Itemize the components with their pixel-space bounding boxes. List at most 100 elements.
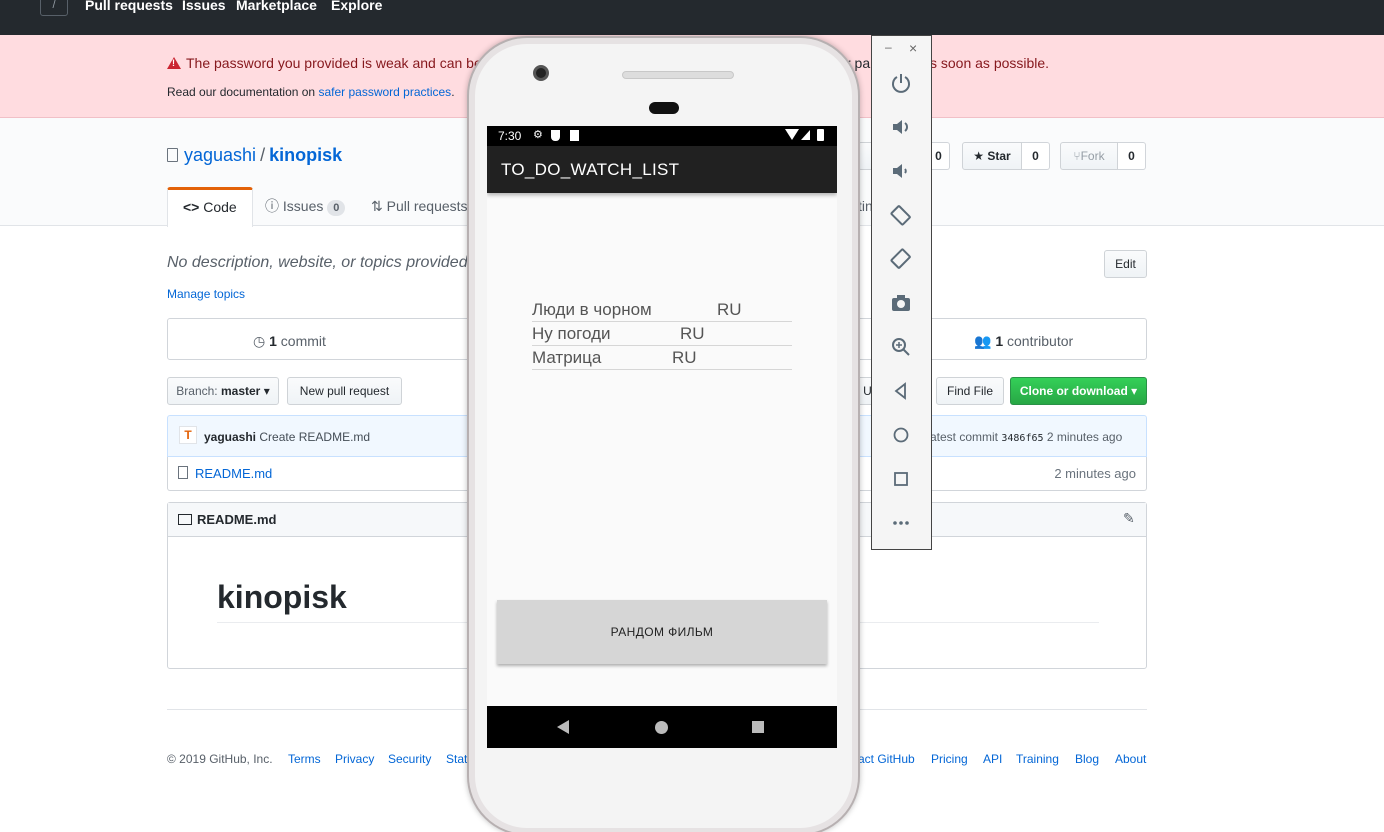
- edit-description-button[interactable]: Edit: [1104, 250, 1147, 278]
- repo-title: yaguashi / kinopisk: [167, 145, 342, 166]
- contributors-summary[interactable]: 👥 1 contributor: [974, 333, 1073, 350]
- pull-request-icon: ⇅: [371, 198, 383, 214]
- nav-marketplace[interactable]: Marketplace: [236, 0, 317, 13]
- speaker-grille: [622, 71, 734, 79]
- tab-issues-label: Issues: [282, 198, 324, 214]
- front-camera-icon: [533, 65, 549, 81]
- github-header: / Pull requests Issues Marketplace Explo…: [0, 0, 1384, 35]
- commit-author[interactable]: yaguashi: [204, 430, 256, 444]
- footer-link-status[interactable]: Stat: [446, 752, 467, 766]
- tab-issues[interactable]: ⓘ Issues 0: [265, 187, 346, 225]
- close-icon[interactable]: ×: [909, 40, 917, 56]
- people-icon: 👥: [974, 333, 992, 349]
- star-count[interactable]: 0: [1022, 142, 1050, 170]
- contributors-count: 1: [995, 333, 1004, 349]
- sensor-icon: [649, 102, 679, 114]
- wifi-icon: [785, 129, 799, 140]
- branch-select[interactable]: Branch: master ▾: [167, 377, 279, 405]
- history-icon: ◷: [253, 333, 266, 349]
- safer-password-link[interactable]: safer password practices: [318, 85, 451, 99]
- avatar[interactable]: T: [179, 426, 197, 444]
- footer-link-security[interactable]: Security: [388, 752, 431, 766]
- commit-hash[interactable]: 3486f65: [1001, 433, 1043, 444]
- manage-topics-link[interactable]: Manage topics: [167, 287, 245, 301]
- flash-warning-suffix: s soon as possible.: [930, 55, 1050, 71]
- back-icon[interactable]: [890, 380, 912, 402]
- nav-explore[interactable]: Explore: [331, 0, 382, 13]
- camera-icon[interactable]: [890, 292, 912, 314]
- commits-count: 1: [269, 333, 277, 349]
- commits-summary[interactable]: ◷ 1 commit: [253, 333, 326, 350]
- volume-up-icon[interactable]: [890, 116, 912, 138]
- movie-list-item[interactable]: Матрица RU: [532, 346, 792, 370]
- file-name-link[interactable]: README.md: [195, 466, 272, 481]
- nav-back-icon[interactable]: [557, 720, 569, 734]
- tab-pull-requests[interactable]: ⇅ Pull requests: [371, 187, 468, 225]
- flash-doc-end: .: [451, 85, 455, 99]
- nav-issues[interactable]: Issues: [182, 0, 226, 13]
- clone-download-button[interactable]: Clone or download ▾: [1010, 377, 1147, 405]
- movie-country: RU: [680, 324, 705, 343]
- flash-warning-text: The password you provided is weak and ca…: [186, 55, 482, 71]
- home-icon[interactable]: [890, 424, 912, 446]
- pencil-icon[interactable]: ✎: [1123, 510, 1135, 527]
- sd-card-icon: [570, 130, 579, 141]
- footer-link-pricing[interactable]: Pricing: [931, 752, 968, 766]
- overview-icon[interactable]: [890, 468, 912, 490]
- latest-commit-info: atest commit 3486f65 2 minutes ago: [930, 430, 1122, 444]
- file-icon: [178, 466, 188, 479]
- footer-copyright: © 2019 GitHub, Inc.: [167, 752, 273, 766]
- commit-message[interactable]: Create README.md: [259, 430, 370, 444]
- rotate-right-icon[interactable]: [890, 248, 912, 270]
- nav-home-icon[interactable]: [655, 721, 668, 734]
- fork-button[interactable]: ⑂Fork: [1060, 142, 1118, 170]
- search-slash-hint[interactable]: /: [40, 0, 68, 16]
- footer-link-about[interactable]: About: [1115, 752, 1146, 766]
- footer-link-api[interactable]: API: [983, 752, 1002, 766]
- commits-label: commit: [280, 333, 326, 349]
- nav-overview-icon[interactable]: [752, 721, 764, 733]
- emulator-controls-panel: – ×: [871, 35, 932, 550]
- nav-pull-requests[interactable]: Pull requests: [85, 0, 173, 13]
- repo-owner-link[interactable]: yaguashi: [184, 145, 256, 165]
- file-age: 2 minutes ago: [1054, 466, 1136, 481]
- footer-link-blog[interactable]: Blog: [1075, 752, 1099, 766]
- more-icon[interactable]: [890, 512, 912, 534]
- commit-time: 2 minutes ago: [1046, 430, 1123, 444]
- repo-description: No description, website, or topics provi…: [167, 254, 473, 271]
- flash-doc-text: Read our documentation on: [167, 85, 316, 99]
- find-file-button[interactable]: Find File: [936, 377, 1004, 405]
- movie-country: RU: [717, 300, 742, 319]
- status-bar: 7:30 ⚙: [487, 126, 837, 146]
- fork-label: Fork: [1080, 149, 1105, 163]
- footer-link-privacy[interactable]: Privacy: [335, 752, 374, 766]
- tab-code[interactable]: <> Code: [167, 187, 253, 227]
- volume-down-icon[interactable]: [890, 160, 912, 182]
- settings-gear-icon: ⚙: [533, 129, 543, 141]
- repo-name-link[interactable]: kinopisk: [269, 145, 342, 165]
- shield-icon: [551, 130, 560, 141]
- minimize-icon[interactable]: –: [885, 40, 892, 54]
- tab-pull-requests-label: Pull requests: [386, 198, 468, 214]
- app-toolbar: TO_DO_WATCH_LIST: [487, 146, 837, 193]
- power-icon[interactable]: [890, 72, 912, 94]
- contributors-label: contributor: [1007, 333, 1074, 349]
- star-button[interactable]: ★ Star: [962, 142, 1022, 170]
- flash-warning-line: The password you provided is weak and ca…: [167, 55, 482, 71]
- book-icon: [178, 514, 192, 525]
- zoom-icon[interactable]: [890, 336, 912, 358]
- footer-link-training[interactable]: Training: [1016, 752, 1059, 766]
- footer-link-contact[interactable]: act GitHub: [858, 752, 915, 766]
- rotate-left-icon[interactable]: [890, 204, 912, 226]
- issues-count-badge: 0: [327, 200, 346, 216]
- movie-list-item[interactable]: Ну погоди RU: [532, 322, 792, 346]
- fork-count[interactable]: 0: [1118, 142, 1146, 170]
- random-movie-button[interactable]: РАНДОМ ФИЛЬМ: [497, 600, 827, 664]
- movie-list-item[interactable]: Люди в чорном RU: [532, 298, 792, 322]
- movie-title: Матрица: [532, 348, 602, 367]
- latest-commit-label: atest commit: [930, 430, 999, 444]
- footer-link-terms[interactable]: Terms: [288, 752, 321, 766]
- movie-country: RU: [672, 348, 697, 367]
- repo-icon: [167, 148, 178, 162]
- new-pull-request-button[interactable]: New pull request: [287, 377, 402, 405]
